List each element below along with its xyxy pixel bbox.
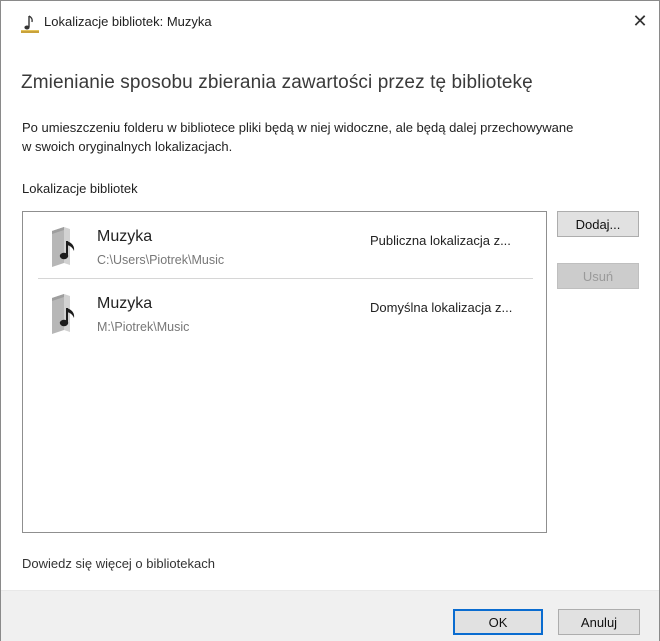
description-text: Po umieszczeniu folderu w bibliotece pli… <box>22 120 574 154</box>
add-button[interactable]: Dodaj... <box>557 211 639 237</box>
page-heading: Zmienianie sposobu zbierania zawartości … <box>21 72 533 93</box>
item-name: Muzyka <box>97 228 153 245</box>
learn-more-link[interactable]: Dowiedz się więcej o bibliotekach <box>22 556 215 571</box>
dialog-footer: OK Anuluj <box>1 590 659 641</box>
item-path: C:\Users\Piotrek\Music <box>97 253 225 267</box>
music-folder-icon <box>50 294 80 334</box>
ok-button[interactable]: OK <box>453 609 543 635</box>
locations-list[interactable]: Muzyka C:\Users\Piotrek\Music Publiczna … <box>22 211 547 533</box>
remove-button[interactable]: Usuń <box>557 263 639 289</box>
music-folder-icon <box>50 227 80 267</box>
close-icon: ✕ <box>632 10 648 31</box>
close-button[interactable]: ✕ <box>625 7 655 35</box>
list-item[interactable]: Muzyka C:\Users\Piotrek\Music Publiczna … <box>23 212 546 267</box>
window-title: Lokalizacje bibliotek: Muzyka <box>44 14 212 29</box>
title-bar: Lokalizacje bibliotek: Muzyka ✕ <box>1 1 659 41</box>
library-locations-dialog: Lokalizacje bibliotek: Muzyka ✕ Zmienian… <box>0 0 660 641</box>
item-name: Muzyka <box>97 295 153 312</box>
cancel-button[interactable]: Anuluj <box>558 609 640 635</box>
music-note-icon <box>19 13 41 35</box>
item-path: M:\Piotrek\Music <box>97 320 190 334</box>
item-description: Domyślna lokalizacja z... <box>370 300 513 315</box>
item-description: Publiczna lokalizacja z... <box>370 233 511 248</box>
locations-label: Lokalizacje bibliotek <box>22 181 138 196</box>
list-item[interactable]: Muzyka M:\Piotrek\Music Domyślna lokaliz… <box>23 279 546 334</box>
